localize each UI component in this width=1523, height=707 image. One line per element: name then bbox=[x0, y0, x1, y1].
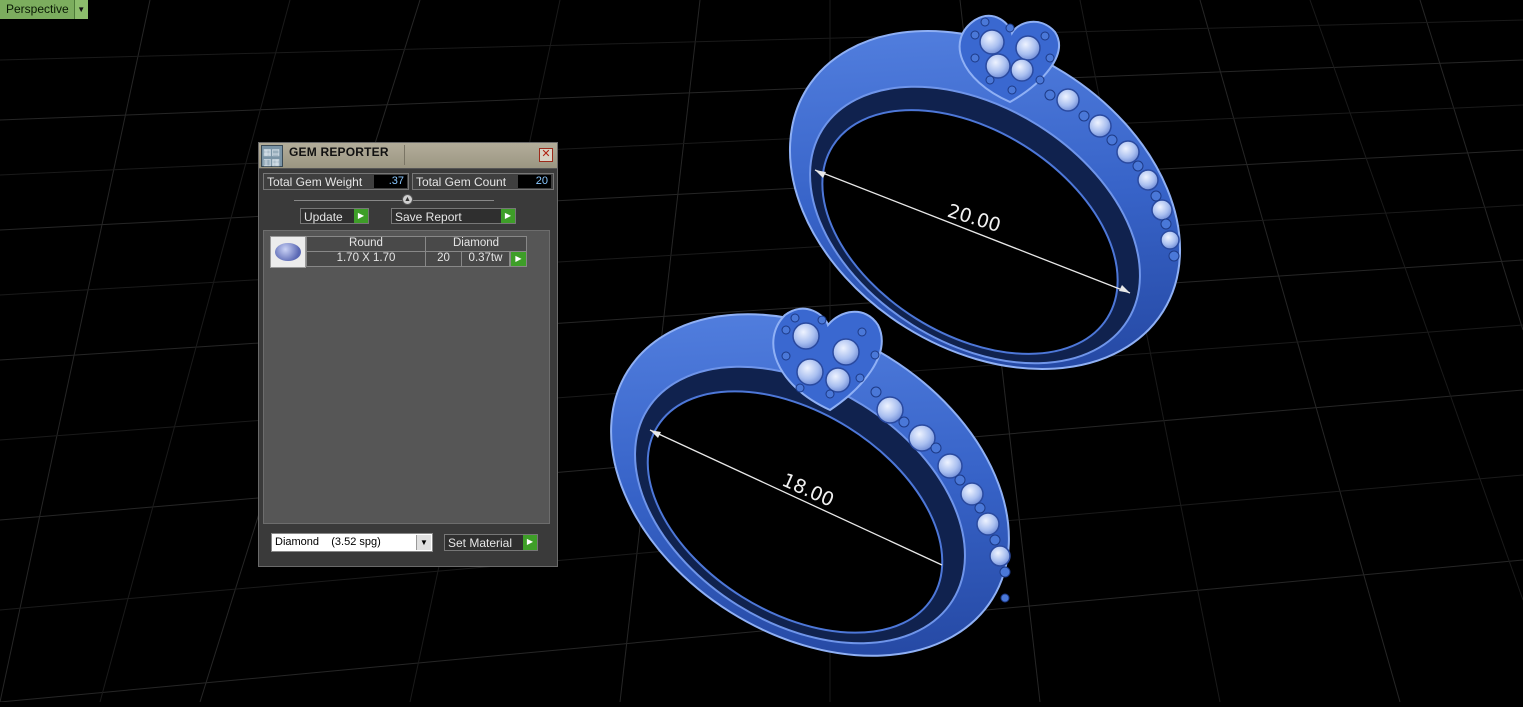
material-select[interactable]: Diamond (3.52 spg) ▼ bbox=[271, 533, 433, 552]
gem-shape: Round bbox=[306, 236, 426, 252]
perspective-viewport[interactable]: 20.00 18.00 Perspective ▼ bbox=[0, 0, 1523, 703]
update-button-label: Update bbox=[304, 210, 343, 224]
total-weight-field: Total Gem Weight .37 bbox=[263, 173, 409, 190]
play-arrow-icon: ▶ bbox=[501, 209, 515, 223]
material-select-value[interactable]: Diamond (3.52 spg) bbox=[275, 536, 381, 548]
total-count-field: Total Gem Count 20 bbox=[412, 173, 554, 190]
play-arrow-icon: ▶ bbox=[523, 535, 537, 550]
play-arrow-icon: ▶ bbox=[354, 209, 368, 223]
gem-count: 20 bbox=[425, 251, 462, 267]
gem-reporter-icon: ▦▤ ▥▦ bbox=[261, 145, 283, 167]
titlebar-divider bbox=[404, 145, 405, 165]
save-report-button[interactable]: Save Report ▶ bbox=[391, 208, 516, 224]
gem-reporter-panel: ▦▤ ▥▦ GEM REPORTER ✕ Total Gem Weight .37… bbox=[258, 142, 558, 567]
set-material-button[interactable]: Set Material ▶ bbox=[444, 534, 538, 551]
viewport-scene[interactable]: 20.00 18.00 bbox=[0, 0, 1523, 703]
gem-material: Diamond bbox=[425, 236, 527, 252]
slider-thumb[interactable]: ▲ bbox=[402, 194, 413, 205]
set-material-button-label: Set Material bbox=[448, 536, 513, 550]
gem-row-go-icon[interactable]: ▶ bbox=[510, 251, 527, 267]
update-button[interactable]: Update ▶ bbox=[300, 208, 369, 224]
total-weight-value: .37 bbox=[374, 175, 407, 188]
slider-track bbox=[294, 200, 494, 201]
total-count-label: Total Gem Count bbox=[416, 175, 507, 189]
total-weight-label: Total Gem Weight bbox=[267, 175, 363, 189]
viewport-label-text[interactable]: Perspective bbox=[0, 0, 74, 19]
viewport-label[interactable]: Perspective ▼ bbox=[0, 0, 88, 19]
close-icon[interactable]: ✕ bbox=[539, 148, 553, 162]
save-report-button-label: Save Report bbox=[395, 210, 462, 224]
gem-icon bbox=[275, 243, 301, 261]
gem-list[interactable]: Round Diamond 1.70 X 1.70 20 0.37tw ▶ bbox=[263, 230, 550, 524]
gem-weight: 0.37tw bbox=[461, 251, 510, 267]
total-count-value: 20 bbox=[518, 175, 551, 188]
gem-thumbnail[interactable] bbox=[270, 236, 306, 268]
gem-size: 1.70 X 1.70 bbox=[306, 251, 426, 267]
panel-titlebar[interactable]: ▦▤ ▥▦ GEM REPORTER ✕ bbox=[259, 143, 557, 169]
panel-title: GEM REPORTER bbox=[289, 145, 389, 159]
chevron-down-icon[interactable]: ▼ bbox=[416, 535, 431, 550]
chevron-down-icon[interactable]: ▼ bbox=[73, 0, 88, 19]
